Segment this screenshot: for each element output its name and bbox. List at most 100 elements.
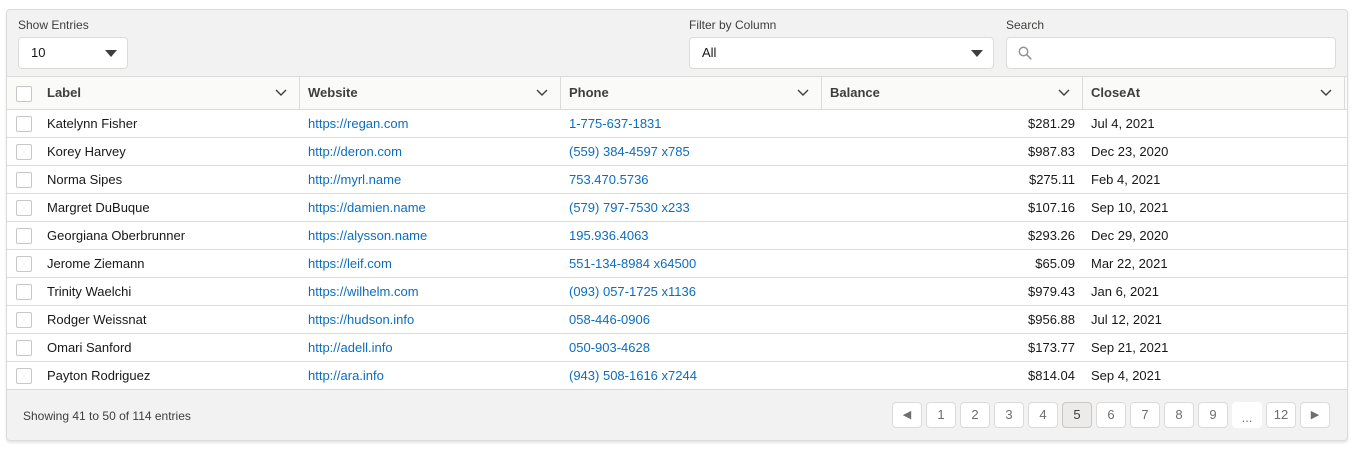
row-select-cell (7, 110, 39, 137)
cell-closeat: Sep 4, 2021 (1091, 368, 1162, 383)
page-button-12[interactable]: 12 (1266, 402, 1296, 428)
cell-website-link[interactable]: https://wilhelm.com (300, 278, 561, 305)
cell-phone-link[interactable]: (559) 384-4597 x785 (561, 138, 822, 165)
filter-column-select[interactable]: All (689, 37, 994, 69)
pagination: ◀ 1 2 3 4 5 6 7 8 9 ... 12 ▶ (892, 402, 1334, 428)
row-checkbox[interactable] (16, 228, 32, 244)
search-label: Search (1006, 18, 1045, 32)
cell-label: Margret DuBuque (47, 200, 150, 215)
entries-summary: Showing 41 to 50 of 114 entries (23, 409, 191, 423)
cell-website-link[interactable]: http://myrl.name (300, 166, 561, 193)
cell-phone-link[interactable]: 195.936.4063 (561, 222, 822, 249)
chevron-down-icon[interactable] (275, 88, 287, 98)
row-select-cell (7, 166, 39, 193)
cell-phone-link[interactable]: (093) 057-1725 x1136 (561, 278, 822, 305)
next-page-button[interactable]: ▶ (1300, 402, 1330, 428)
cell-closeat: Sep 10, 2021 (1091, 200, 1169, 215)
cell-label: Korey Harvey (47, 144, 126, 159)
table-row[interactable]: Jerome Ziemann https://leif.com 551-134-… (7, 250, 1347, 278)
cell-phone-link[interactable]: (943) 508-1616 x7244 (561, 362, 822, 389)
cell-balance: $281.29 (1028, 116, 1075, 131)
row-checkbox[interactable] (16, 340, 32, 356)
row-checkbox[interactable] (16, 200, 32, 216)
row-checkbox[interactable] (16, 116, 32, 132)
chevron-down-icon[interactable] (797, 88, 809, 98)
chevron-down-icon[interactable] (1058, 88, 1070, 98)
column-header-balance[interactable]: Balance (822, 77, 1083, 109)
row-select-cell (7, 250, 39, 277)
column-header-text: Label (47, 85, 81, 100)
page-button-8[interactable]: 8 (1164, 402, 1194, 428)
page-button-4[interactable]: 4 (1028, 402, 1058, 428)
row-select-cell (7, 138, 39, 165)
cell-phone-link[interactable]: (579) 797-7530 x233 (561, 194, 822, 221)
table-row[interactable]: Margret DuBuque https://damien.name (579… (7, 194, 1347, 222)
row-checkbox[interactable] (16, 312, 32, 328)
column-header-closeat[interactable]: CloseAt (1083, 77, 1345, 109)
cell-website-link[interactable]: https://damien.name (300, 194, 561, 221)
page-button-3[interactable]: 3 (994, 402, 1024, 428)
column-header-text: CloseAt (1091, 85, 1141, 100)
cell-closeat: Sep 21, 2021 (1091, 340, 1169, 355)
column-header-phone[interactable]: Phone (561, 77, 822, 109)
page-button-6[interactable]: 6 (1096, 402, 1126, 428)
page-button-7[interactable]: 7 (1130, 402, 1160, 428)
chevron-down-icon[interactable] (536, 88, 548, 98)
filter-label: Filter by Column (689, 18, 777, 32)
datatable-card: Show Entries 10 Filter by Column All Sea… (6, 9, 1348, 441)
row-select-cell (7, 306, 39, 333)
select-all-checkbox[interactable] (16, 86, 32, 102)
prev-page-button[interactable]: ◀ (892, 402, 922, 428)
column-header-text: Phone (569, 85, 609, 100)
cell-website-link[interactable]: http://adell.info (300, 334, 561, 361)
table-row[interactable]: Omari Sanford http://adell.info 050-903-… (7, 334, 1347, 362)
table-row[interactable]: Georgiana Oberbrunner https://alysson.na… (7, 222, 1347, 250)
cell-website-link[interactable]: http://ara.info (300, 362, 561, 389)
page-button-5-current[interactable]: 5 (1062, 402, 1092, 428)
filter-value: All (702, 45, 717, 60)
cell-balance: $814.04 (1028, 368, 1075, 383)
cell-website-link[interactable]: https://hudson.info (300, 306, 561, 333)
page-button-2[interactable]: 2 (960, 402, 990, 428)
table-row[interactable]: Trinity Waelchi https://wilhelm.com (093… (7, 278, 1347, 306)
row-checkbox[interactable] (16, 284, 32, 300)
table-row[interactable]: Korey Harvey http://deron.com (559) 384-… (7, 138, 1347, 166)
row-checkbox[interactable] (16, 172, 32, 188)
row-checkbox[interactable] (16, 368, 32, 384)
table-row[interactable]: Norma Sipes http://myrl.name 753.470.573… (7, 166, 1347, 194)
data-table: Label Website Phone Balance CloseAt Kate… (7, 76, 1347, 390)
chevron-down-icon[interactable] (1320, 88, 1332, 98)
column-header-text: Website (308, 85, 358, 100)
search-input[interactable] (1039, 39, 1329, 67)
table-header: Label Website Phone Balance CloseAt (7, 77, 1347, 110)
search-box[interactable] (1006, 37, 1336, 69)
column-header-label[interactable]: Label (39, 77, 300, 109)
cell-closeat: Dec 23, 2020 (1091, 144, 1169, 159)
cell-website-link[interactable]: http://deron.com (300, 138, 561, 165)
cell-label: Jerome Ziemann (47, 256, 145, 271)
table-row[interactable]: Rodger Weissnat https://hudson.info 058-… (7, 306, 1347, 334)
cell-phone-link[interactable]: 1-775-637-1831 (561, 110, 822, 137)
cell-phone-link[interactable]: 050-903-4628 (561, 334, 822, 361)
table-row[interactable]: Katelynn Fisher https://regan.com 1-775-… (7, 110, 1347, 138)
row-checkbox[interactable] (16, 144, 32, 160)
cell-closeat: Mar 22, 2021 (1091, 256, 1168, 271)
table-row[interactable]: Payton Rodriguez http://ara.info (943) 5… (7, 362, 1347, 390)
column-header-website[interactable]: Website (300, 77, 561, 109)
cell-phone-link[interactable]: 551-134-8984 x64500 (561, 250, 822, 277)
cell-website-link[interactable]: https://leif.com (300, 250, 561, 277)
row-select-cell (7, 194, 39, 221)
show-entries-select[interactable]: 10 (18, 37, 128, 69)
cell-phone-link[interactable]: 753.470.5736 (561, 166, 822, 193)
page-button-1[interactable]: 1 (926, 402, 956, 428)
cell-label: Georgiana Oberbrunner (47, 228, 186, 243)
cell-website-link[interactable]: https://alysson.name (300, 222, 561, 249)
cell-balance: $979.43 (1028, 284, 1075, 299)
row-checkbox[interactable] (16, 256, 32, 272)
search-icon (1018, 46, 1032, 60)
cell-website-link[interactable]: https://regan.com (300, 110, 561, 137)
cell-phone-link[interactable]: 058-446-0906 (561, 306, 822, 333)
show-entries-value: 10 (31, 45, 46, 60)
page-button-9[interactable]: 9 (1198, 402, 1228, 428)
caret-left-icon: ◀ (902, 409, 912, 421)
